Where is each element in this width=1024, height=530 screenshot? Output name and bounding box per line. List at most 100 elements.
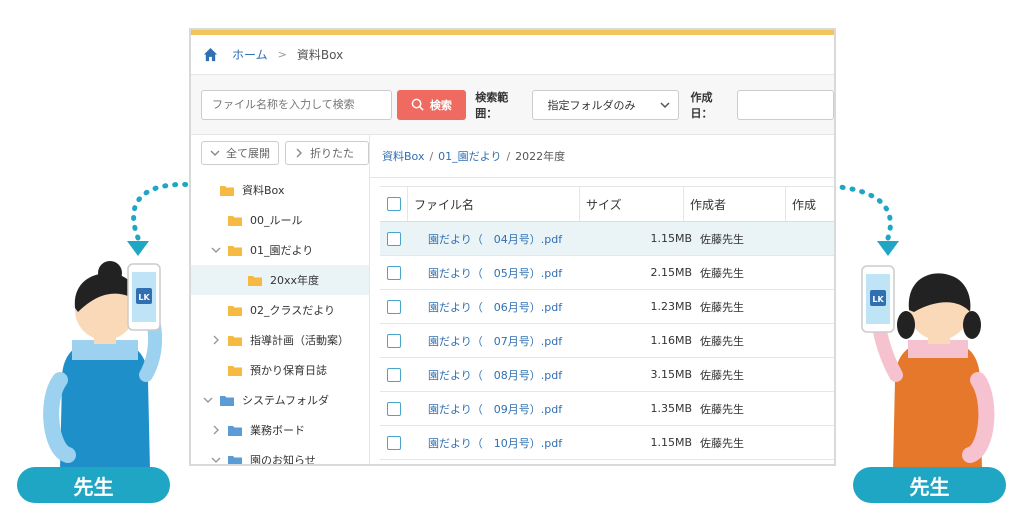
file-author: 佐藤先生	[700, 300, 744, 314]
table-row[interactable]: 園だより（ 05月号）.pdf 2.15MB 佐藤先生	[380, 256, 834, 290]
left-phone-logo: LK	[138, 293, 150, 302]
tree-item[interactable]: 指導計画（活動案）	[191, 325, 369, 355]
created-date-input[interactable]	[737, 89, 834, 120]
chevron-right-icon[interactable]	[211, 335, 221, 345]
file-manager-window: ホーム > 資料Box 検索 検索範囲： 指定フォルダのみ 作成日：	[189, 28, 836, 466]
tree-item-label: 資料Box	[242, 184, 285, 197]
expand-all-button[interactable]: 全て展開	[201, 141, 279, 165]
table-row[interactable]: 園だより（ 08月号）.pdf 3.15MB 佐藤先生	[380, 358, 834, 392]
tree-item[interactable]: 02_クラスだより	[191, 295, 369, 325]
row-checkbox[interactable]	[386, 231, 401, 246]
created-date-label: 作成日：	[690, 90, 713, 120]
file-author: 佐藤先生	[700, 436, 744, 450]
search-button-label: 検索	[429, 98, 452, 112]
path-separator: /	[506, 149, 511, 163]
chevron-right-icon[interactable]	[211, 425, 221, 435]
table-row[interactable]: 園だより（ 10月号）.pdf 1.15MB 佐藤先生	[380, 426, 834, 460]
column-header-author[interactable]: 作成者	[683, 187, 785, 221]
path-current: 2022年度	[515, 150, 566, 163]
file-name-link[interactable]: 園だより（ 10月号）.pdf	[407, 435, 572, 451]
breadcrumb: ホーム > 資料Box	[191, 35, 834, 75]
tree-item-label: 業務ボード	[250, 424, 305, 437]
expand-all-label: 全て展開	[226, 147, 270, 160]
search-scope-select[interactable]: 指定フォルダのみ	[532, 89, 679, 120]
file-author: 佐藤先生	[700, 334, 744, 348]
tree-item-label: 02_クラスだより	[250, 304, 336, 317]
file-name-link[interactable]: 園だより（ 05月号）.pdf	[407, 265, 572, 281]
file-name-link[interactable]: 園だより（ 08月号）.pdf	[407, 367, 572, 383]
table-row[interactable]: 園だより（ 04月号）.pdf 1.15MB 佐藤先生	[380, 222, 834, 256]
left-teacher-illustration: LK	[43, 181, 190, 470]
select-all-checkbox[interactable]	[386, 197, 401, 211]
home-icon[interactable]	[203, 47, 218, 62]
chevron-down-icon	[210, 150, 220, 156]
folder-icon	[248, 275, 262, 286]
folder-icon	[228, 365, 242, 376]
tree-item[interactable]: 業務ボード	[191, 415, 369, 445]
tree-item-label: 預かり保育日誌	[250, 364, 327, 377]
folder-icon	[228, 245, 242, 256]
tree-item-label: 01_園だより	[250, 244, 314, 257]
search-scope-label: 検索範囲：	[475, 90, 509, 120]
chevron-down-icon[interactable]	[211, 245, 221, 255]
tree-item[interactable]: 資料Box	[191, 175, 369, 205]
column-header-created[interactable]: 作成	[785, 187, 825, 221]
path-root-link[interactable]: 資料Box	[382, 148, 424, 164]
left-sync-arrow	[131, 181, 190, 241]
folder-icon	[220, 395, 234, 406]
tree-item[interactable]: 預かり保育日誌	[191, 355, 369, 385]
breadcrumb-home-link[interactable]: ホーム	[232, 46, 268, 63]
folder-icon	[228, 215, 242, 226]
table-row[interactable]: 園だより（ 06月号）.pdf 1.23MB 佐藤先生	[380, 290, 834, 324]
right-sync-arrow	[825, 183, 893, 241]
file-author: 佐藤先生	[700, 266, 744, 280]
file-name-link[interactable]: 園だより（ 04月号）.pdf	[407, 231, 572, 247]
file-size: 1.35MB	[650, 402, 692, 415]
file-name-link[interactable]: 園だより（ 09月号）.pdf	[407, 401, 572, 417]
file-size: 2.15MB	[650, 266, 692, 279]
table-row[interactable]: 園だより（ 09月号）.pdf 1.35MB 佐藤先生	[380, 392, 834, 426]
search-icon	[411, 98, 424, 111]
file-size: 1.15MB	[650, 436, 692, 449]
table-header: ファイル名 サイズ 作成者 作成	[380, 186, 834, 222]
tree-item[interactable]: 01_園だより	[191, 235, 369, 265]
file-search-input[interactable]	[201, 89, 392, 120]
table-row[interactable]: 園だより（ 07月号）.pdf 1.16MB 佐藤先生	[380, 324, 834, 358]
row-checkbox[interactable]	[386, 401, 401, 416]
file-size: 3.15MB	[650, 368, 692, 381]
tree-item[interactable]: 園のお知らせ	[191, 445, 369, 465]
tree-item-label: 指導計画（活動案）	[250, 334, 349, 347]
tree-item[interactable]: 00_ルール	[191, 205, 369, 235]
path-separator: /	[429, 149, 434, 163]
row-checkbox[interactable]	[386, 265, 401, 280]
file-author: 佐藤先生	[700, 402, 744, 416]
right-phone-logo: LK	[872, 295, 884, 304]
tree-item[interactable]: 20xx年度	[191, 265, 369, 295]
search-button[interactable]: 検索	[396, 89, 467, 120]
chevron-down-icon[interactable]	[211, 455, 221, 465]
path-folder-link[interactable]: 01_園だより	[438, 148, 501, 164]
file-size: 1.23MB	[650, 300, 692, 313]
search-bar: 検索 検索範囲： 指定フォルダのみ 作成日：	[191, 75, 834, 135]
breadcrumb-separator-icon: >	[277, 48, 287, 61]
folder-icon	[228, 335, 242, 346]
row-checkbox[interactable]	[386, 299, 401, 314]
folder-icon	[228, 455, 242, 464]
chevron-down-icon	[659, 101, 670, 108]
search-scope-value: 指定フォルダのみ	[547, 98, 636, 112]
file-size: 1.16MB	[650, 334, 692, 347]
column-header-size[interactable]: サイズ	[579, 187, 683, 221]
folder-tree: 全て展開 折りたた 資料Box 00_ルール 01_園だより 20xx年度 02_クラス…	[191, 135, 370, 465]
chevron-down-icon[interactable]	[203, 395, 213, 405]
collapse-all-label: 折りたた	[310, 147, 354, 160]
file-name-link[interactable]: 園だより（ 07月号）.pdf	[407, 333, 572, 349]
column-header-filename[interactable]: ファイル名	[407, 187, 579, 221]
collapse-all-button[interactable]: 折りたた	[285, 141, 369, 165]
left-teacher-badge: 先生	[17, 467, 170, 503]
row-checkbox[interactable]	[386, 435, 401, 450]
row-checkbox[interactable]	[386, 333, 401, 348]
file-name-link[interactable]: 園だより（ 06月号）.pdf	[407, 299, 572, 315]
file-author: 佐藤先生	[700, 368, 744, 382]
row-checkbox[interactable]	[386, 367, 401, 382]
tree-item[interactable]: システムフォルダ	[191, 385, 369, 415]
